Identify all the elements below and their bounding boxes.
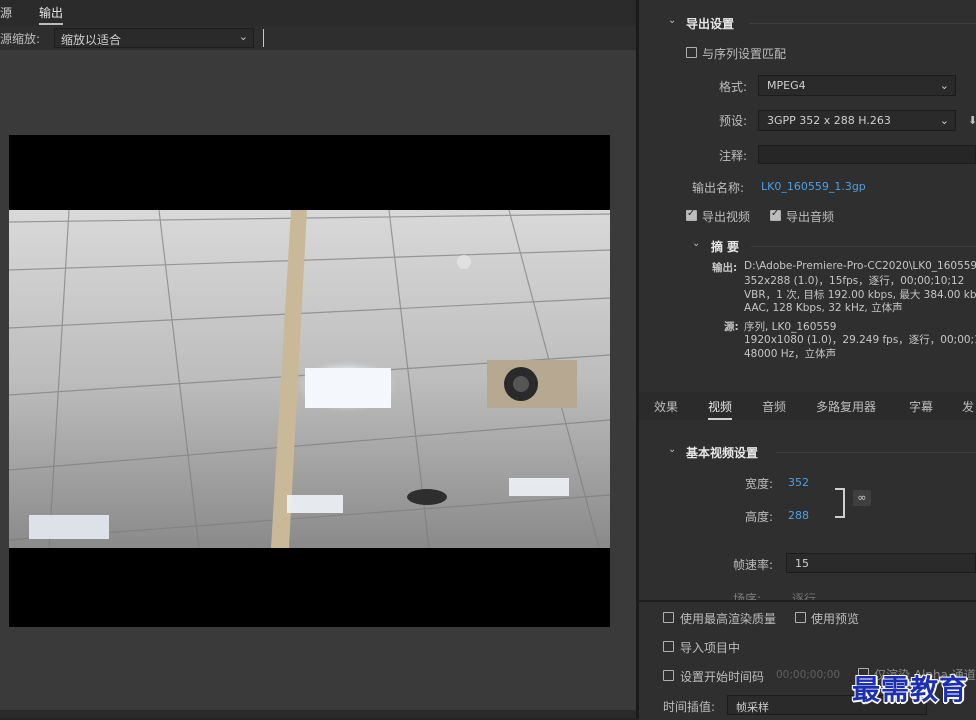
export-settings-panel: ⌄ 导出设置 与序列设置匹配 格式: MPEG4 ⌄ 预设: 3GPP 352 … [639,0,976,720]
export-audio-checkbox[interactable] [770,208,781,221]
preview-tab-bar: 源 输出 [0,0,636,26]
summary-output-line: D:\Adobe-Premiere-Pro-CC2020\LK0_160559_… [744,260,976,272]
save-preset-icon[interactable]: ⬇ [968,114,976,127]
comment-label: 注释: [719,149,748,163]
chevron-down-icon[interactable]: ⌄ [668,444,676,455]
basic-video-settings-title: 基本视频设置 [686,446,759,460]
time-interpolation-value: 帧采样 [736,701,769,714]
format-value: MPEG4 [767,79,806,92]
tab-multiplexer[interactable]: 多路复用器 [816,398,876,415]
tab-effects[interactable]: 效果 [654,398,678,415]
output-name-label: 输出名称: [692,181,745,195]
chevron-down-icon: ⌄ [939,114,949,127]
frame-rate-value: 15 [795,557,809,570]
export-video-label: 导出视频 [702,210,751,224]
watermark-logo: 最需教育 [852,673,969,706]
format-dropdown[interactable]: MPEG4 ⌄ [758,75,956,96]
set-start-timecode-label: 设置开始时间码 [680,670,765,684]
chain-link-icon[interactable]: ∞ [853,490,871,506]
preset-value: 3GPP 352 x 288 H.263 [767,114,891,127]
export-audio-label: 导出音频 [786,210,835,224]
settings-tab-bar: 效果 视频 音频 多路复用器 字幕 发 [639,392,976,420]
tab-source[interactable]: 源 [0,4,12,21]
summary-source-line: 1920x1080 (1.0)，29.249 fps，逐行，00;00;10 [744,334,976,346]
aspect-link-bracket [835,488,845,518]
comment-input[interactable] [758,145,976,164]
summary-source-line: 48000 Hz，立体声 [744,348,837,360]
use-previews-checkbox[interactable] [795,612,806,623]
summary-output-line: AAC, 128 Kbps, 32 kHz, 立体声 [744,302,903,314]
chevron-down-icon: ⌄ [238,30,248,43]
chevron-down-icon: ⌄ [939,79,949,92]
source-scale-label: 源缩放: [0,32,41,46]
preset-dropdown[interactable]: 3GPP 352 x 288 H.263 ⌄ [758,110,956,131]
export-settings-title: 导出设置 [686,17,735,31]
section-divider [776,452,976,453]
export-preview-panel: 源 输出 源缩放: 缩放以适合 ⌄ [0,0,636,718]
summary-title: 摘要 [711,240,744,254]
max-render-quality-label: 使用最高渲染质量 [680,612,777,626]
format-label: 格式: [719,80,748,94]
preset-label: 预设: [719,114,748,128]
height-label: 高度: [745,510,774,524]
import-into-project-label: 导入项目中 [680,641,741,655]
summary-output-line: 352x288 (1.0)，15fps，逐行，00;00;10;12 [744,275,965,287]
section-divider [749,23,976,24]
output-name-link[interactable]: LK0_160559_1.3gp [761,180,866,193]
video-frame-image [9,210,610,548]
max-render-quality-checkbox[interactable] [663,612,674,623]
width-label: 宽度: [745,477,774,491]
source-scale-value: 缩放以适合 [61,33,122,47]
video-preview [9,135,610,627]
tab-publish[interactable]: 发 [962,398,974,415]
frame-rate-dropdown[interactable]: 15 [786,553,976,573]
use-previews-label: 使用预览 [811,612,860,626]
tab-video[interactable]: 视频 [708,398,733,420]
source-scale-dropdown[interactable]: 缩放以适合 ⌄ [54,28,254,48]
tab-output[interactable]: 输出 [39,4,64,25]
frame-rate-label: 帧速率: [733,558,774,572]
height-value[interactable]: 288 [788,509,809,522]
tab-captions[interactable]: 字幕 [909,398,933,415]
scale-toolbar: 源缩放: 缩放以适合 ⌄ [0,26,636,50]
import-into-project-checkbox[interactable] [663,641,674,652]
tab-audio[interactable]: 音频 [762,398,786,415]
match-sequence-label: 与序列设置匹配 [702,47,787,61]
chevron-down-icon[interactable]: ⌄ [668,15,676,26]
toolbar-divider [263,29,264,47]
summary-source-label: 源: [724,321,739,333]
panel-bottom-edge [0,710,636,718]
section-divider [751,246,976,247]
start-timecode-value[interactable]: 00;00;00;00 [776,669,840,681]
export-video-checkbox[interactable] [686,208,697,221]
summary-output-label: 输出: [712,262,738,274]
chevron-down-icon[interactable]: ⌄ [692,238,700,249]
time-interpolation-label: 时间插值: [663,700,716,714]
set-start-timecode-checkbox[interactable] [663,670,674,681]
match-sequence-checkbox[interactable] [686,47,697,58]
width-value[interactable]: 352 [788,476,809,489]
